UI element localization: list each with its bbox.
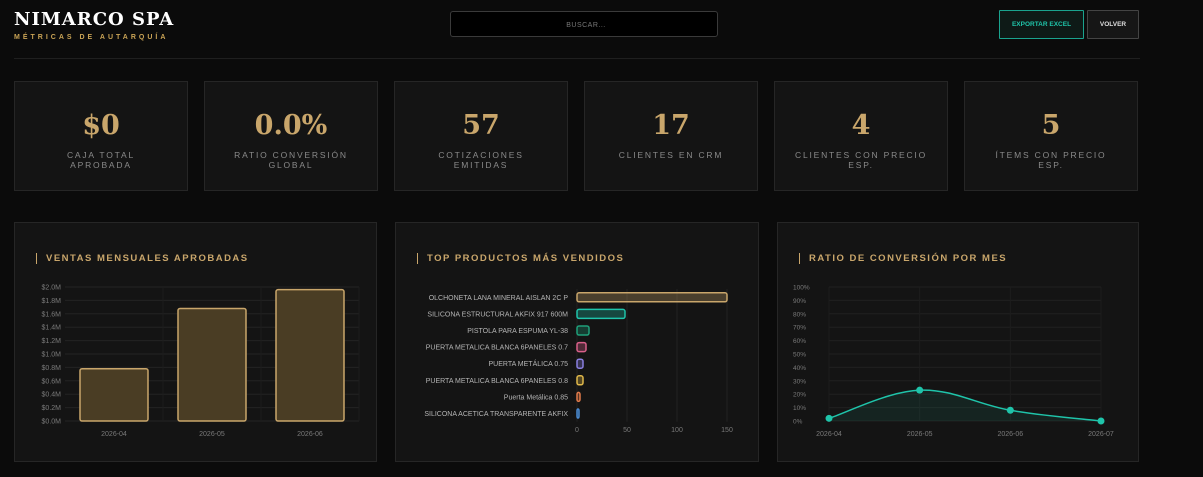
sales-bar [177, 307, 247, 422]
x-tick-label: 150 [721, 427, 733, 434]
kpi-value: 5 [1041, 110, 1061, 141]
y-tick-label: $0.2M [42, 405, 62, 412]
header: NIMARCO SPA MÉTRICAS DE AUTARQUÍA EXPORT… [14, 0, 1140, 59]
kpi-label: COTIZACIONES EMITIDAS [438, 150, 524, 170]
y-tick-label: 60% [793, 338, 806, 345]
kpi-card-clientes-precio: 4 CLIENTES CON PRECIO ESP. [774, 81, 948, 191]
y-tick-label: $0.4M [42, 392, 62, 399]
kpi-card-caja: $0 CAJA TOTAL APROBADA [14, 81, 188, 191]
export-excel-button[interactable]: EXPORTAR EXCEL [999, 10, 1084, 39]
kpi-card-items-precio: 5 ÍTEMS CON PRECIO ESP. [964, 81, 1138, 191]
product-bar [576, 408, 580, 419]
products-chart: 0 50 100 150 OLCHONETA LANA MINERAL AISLAN 2… [424, 289, 733, 434]
y-tick-label: $1.2M [42, 338, 62, 345]
kpi-value: 57 [462, 110, 500, 141]
x-tick-label: 0 [575, 427, 579, 434]
y-tick-label: $2.0M [42, 285, 62, 292]
product-bar [576, 292, 728, 303]
kpi-label: ÍTEMS CON PRECIO ESP. [995, 150, 1107, 170]
sales-chart: $0.0M $0.2M $0.4M $0.6M $0.8M $1.0M $1.2M $1.4M… [42, 285, 360, 438]
y-tick-label: 100% [793, 285, 810, 292]
y-tick-label: $1.0M [42, 352, 62, 359]
y-tick-label: 20% [793, 392, 806, 399]
conversion-point [825, 414, 833, 422]
y-tick-label: 90% [793, 298, 806, 305]
products-panel: TOP PRODUCTOS MÁS VENDIDOS 0 50 100 150 OLCH… [395, 222, 759, 462]
y-tick-label: 10% [793, 405, 806, 412]
kpi-label: CAJA TOTAL APROBADA [66, 150, 136, 170]
kpi-value: 17 [652, 110, 690, 141]
product-label: Puerta Metálica 0.85 [504, 394, 568, 401]
sales-bar [79, 367, 149, 422]
product-bar [576, 308, 626, 320]
product-bar [576, 391, 581, 403]
product-bar [576, 325, 590, 336]
product-bar [576, 358, 584, 369]
conversion-chart: 0% 10% 20% 30% 40% 50% 60% 70% 80% 90% 100% 2026-04… [793, 285, 1114, 439]
product-label: SILICONA ESTRUCTURAL AKFIX 917 600M [427, 311, 568, 318]
product-label: OLCHONETA LANA MINERAL AISLAN 2C P [429, 295, 569, 302]
conversion-point [916, 386, 924, 394]
kpi-label: CLIENTES EN CRM [618, 150, 724, 160]
product-bar [576, 375, 584, 386]
brand-name: NIMARCO SPA [14, 9, 175, 30]
kpi-card-clientes: 17 CLIENTES EN CRM [584, 81, 758, 191]
conversion-point [1006, 406, 1014, 414]
y-tick-label: $0.0M [42, 419, 62, 426]
kpi-value: $0 [82, 110, 120, 141]
y-tick-label: 50% [793, 352, 806, 359]
y-tick-label: 80% [793, 311, 806, 318]
product-label: PUERTA METÁLICA 0.75 [489, 359, 569, 368]
search-input[interactable] [451, 12, 721, 38]
kpi-card-conversion: 0.0% RATIO CONVERSIÓN GLOBAL [204, 81, 378, 191]
x-tick-label: 2026-06 [997, 431, 1023, 438]
x-tick-label: 100 [671, 427, 683, 434]
x-tick-label: 2026-05 [199, 431, 225, 438]
product-label: SILICONA ACETICA TRANSPARENTE AKFIX [424, 411, 568, 418]
sales-bar [275, 288, 345, 422]
y-tick-label: 0% [793, 419, 803, 426]
kpi-value: 4 [851, 110, 871, 141]
kpi-label: RATIO CONVERSIÓN GLOBAL [234, 150, 348, 170]
y-tick-label: 40% [793, 365, 806, 372]
product-label: PISTOLA PARA ESPUMA YL-38 [467, 328, 568, 335]
y-tick-label: 70% [793, 325, 806, 332]
y-tick-label: $1.6M [42, 311, 62, 318]
x-tick-label: 2026-05 [907, 431, 933, 438]
product-bar [576, 341, 587, 353]
y-tick-label: 30% [793, 378, 806, 385]
y-tick-label: $1.4M [42, 325, 62, 332]
sales-panel: VENTAS MENSUALES APROBADAS $0.0M $0.2M $0.… [14, 222, 377, 462]
y-tick-label: $1.8M [42, 298, 62, 305]
x-tick-label: 2026-06 [297, 431, 323, 438]
back-button[interactable]: VOLVER [1087, 10, 1139, 39]
kpi-card-cotizaciones: 57 COTIZACIONES EMITIDAS [394, 81, 568, 191]
product-label: PUERTA METALICA BLANCA 6PANELES 0.7 [426, 345, 568, 352]
conversion-point [1097, 417, 1105, 425]
x-tick-label: 2026-07 [1088, 431, 1114, 438]
x-tick-label: 2026-04 [816, 431, 842, 438]
brand-subtitle: MÉTRICAS DE AUTARQUÍA [14, 34, 169, 41]
y-tick-label: $0.6M [42, 378, 62, 385]
conversion-panel: RATIO DE CONVERSIÓN POR MES 0% 10% 20% 30% 4… [777, 222, 1139, 462]
x-tick-label: 50 [623, 427, 631, 434]
x-tick-label: 2026-04 [101, 431, 127, 438]
kpi-label: CLIENTES CON PRECIO ESP. [795, 150, 927, 170]
y-tick-label: $0.8M [42, 365, 62, 372]
kpi-value: 0.0% [254, 110, 328, 141]
search-box[interactable] [450, 11, 721, 38]
product-label: PUERTA METALICA BLANCA 6PANELES 0.8 [426, 378, 568, 385]
